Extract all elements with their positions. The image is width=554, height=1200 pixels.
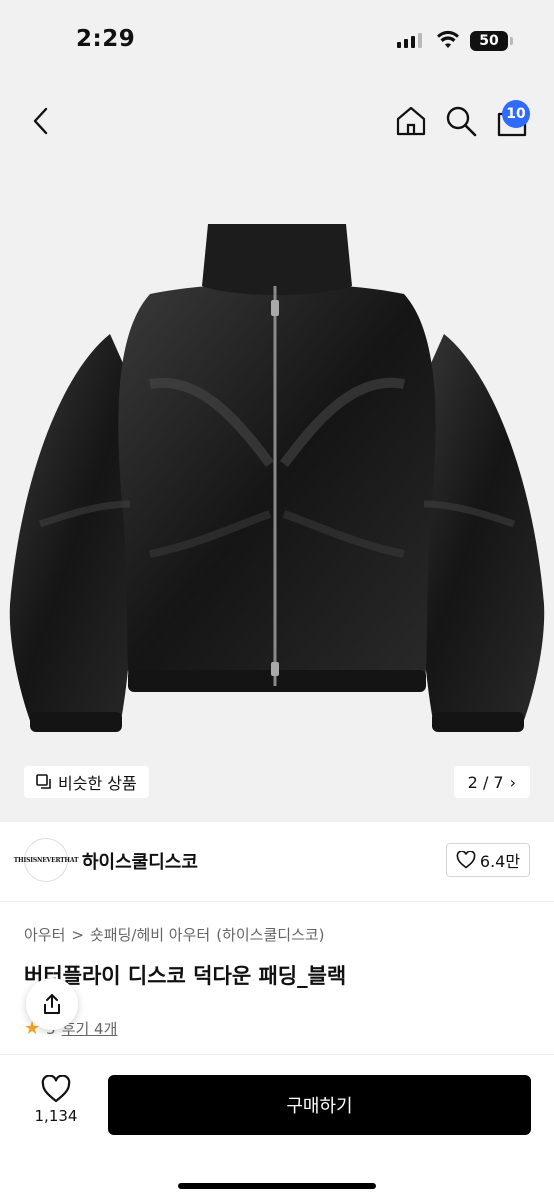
status-bar: 2:29 50 (0, 0, 554, 84)
cart-count-badge: 10 (502, 100, 530, 128)
chevron-right-icon: > (71, 925, 84, 944)
share-button[interactable] (26, 978, 78, 1030)
similar-products-button[interactable]: 비슷한 상품 (24, 766, 149, 798)
home-indicator (178, 1183, 376, 1189)
battery-cap (510, 37, 513, 45)
buy-button[interactable]: 구매하기 (108, 1075, 531, 1135)
product-image (9, 224, 545, 732)
brand-logo[interactable]: THISISNEVERTHAT (14, 838, 78, 882)
copy-icon (36, 774, 51, 789)
gallery-page-indicator[interactable]: 2 / 7 › (453, 766, 530, 798)
wish-count: 1,134 (34, 1107, 78, 1125)
home-icon[interactable] (394, 104, 428, 138)
breadcrumb: 아우터 > 숏패딩/헤비 아우터 (하이스쿨디스코) (24, 924, 325, 945)
chevron-left-icon (33, 107, 48, 135)
signal-icon (397, 33, 422, 48)
search-icon[interactable] (444, 104, 478, 138)
status-time: 2:29 (76, 26, 136, 52)
heart-icon (41, 1075, 71, 1103)
brand-like-count: 6.4만 (479, 852, 521, 871)
similar-products-label: 비슷한 상품 (58, 774, 137, 793)
breadcrumb-item[interactable]: 아우터 (24, 924, 65, 945)
brand-row: THISISNEVERTHAT 하이스쿨디스코 6.4만 (0, 822, 554, 902)
bottom-action-bar: 1,134 구매하기 (0, 1054, 554, 1200)
battery-icon: 50 (470, 31, 508, 51)
product-gallery[interactable]: 10 비슷한 상품 2 / 7 › (0, 84, 554, 822)
wifi-icon (437, 30, 459, 48)
heart-icon (456, 851, 476, 869)
brand-like-button[interactable]: 6.4만 (446, 843, 530, 877)
breadcrumb-item[interactable]: (하이스쿨디스코) (216, 924, 324, 945)
back-button[interactable] (24, 104, 58, 138)
brand-name[interactable]: 하이스쿨디스코 (82, 848, 198, 874)
breadcrumb-item[interactable]: 숏패딩/헤비 아우터 (90, 924, 210, 945)
chevron-right-icon: › (509, 772, 516, 792)
product-title: 버터플라이 디스코 덕다운 패딩_블랙 (24, 964, 347, 988)
wish-button[interactable]: 1,134 (24, 1075, 88, 1125)
page-indicator-text: 2 / 7 (467, 772, 504, 792)
share-icon (44, 994, 60, 1014)
